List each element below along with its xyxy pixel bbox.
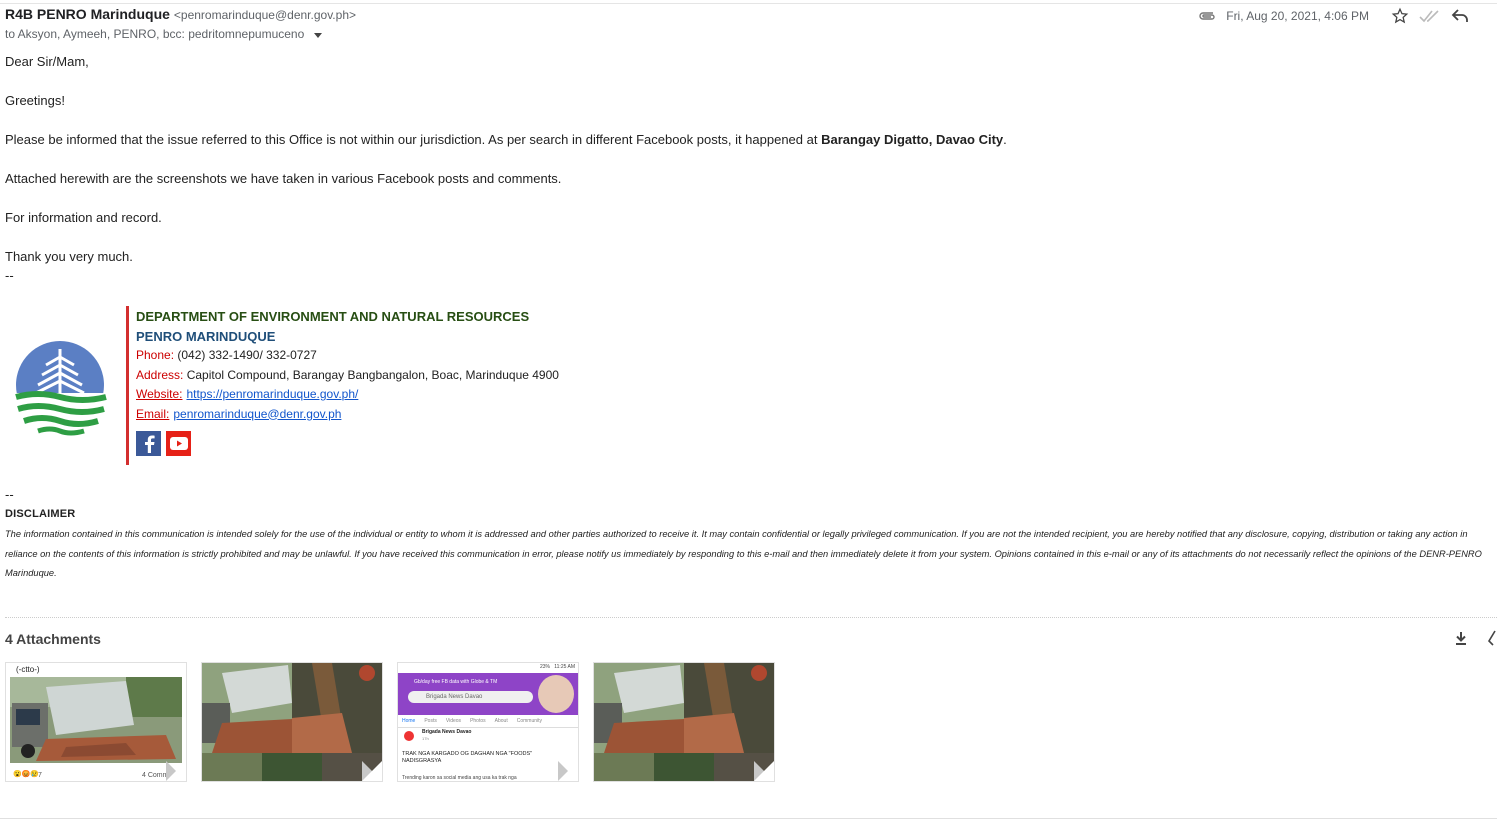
- message-date: Fri, Aug 20, 2021, 4:06 PM: [1226, 9, 1369, 23]
- paragraph-thanks: Thank you very much.: [5, 249, 133, 264]
- collage-photo: [202, 663, 382, 781]
- attachment-thumbnail[interactable]: [201, 662, 383, 782]
- paragraph-info: For information and record.: [5, 210, 162, 225]
- post-time: 17h: [422, 736, 429, 741]
- attachments-divider: [5, 617, 1497, 618]
- attachment-thumbnail[interactable]: (-ctto-) 7 😮😡😢 4 Comm: [5, 662, 187, 782]
- star-icon[interactable]: [1391, 7, 1409, 25]
- salutation: Dear Sir/Mam,: [5, 54, 89, 69]
- page-avatar: [404, 731, 414, 741]
- paragraph-attached: Attached herewith are the screenshots we…: [5, 171, 562, 186]
- message-meta: Fri, Aug 20, 2021, 4:06 PM: [1198, 7, 1469, 25]
- signature-website[interactable]: Website: https://penromarinduque.gov.ph/: [136, 385, 559, 405]
- sender-name[interactable]: R4B PENRO Marinduque: [5, 6, 170, 22]
- paperclip-icon: [1198, 10, 1216, 22]
- attachment-thumbnail[interactable]: 23% 11:25 AM Gb/day free FB data with Gl…: [397, 662, 579, 782]
- fb-cover: Gb/day free FB data with Globe & TM Brig…: [398, 673, 578, 715]
- chevron-down-icon[interactable]: [314, 32, 323, 38]
- signature-dash: --: [5, 268, 14, 283]
- top-divider: [0, 3, 1497, 4]
- youtube-icon[interactable]: [166, 431, 191, 456]
- thumb-comments: 4 Comm: [142, 772, 169, 779]
- truck-crash-photo: [10, 677, 182, 779]
- social-links: [136, 431, 191, 456]
- recipients-text: to Aksyon, Aymeeh, PENRO, bcc: pedritomn…: [5, 27, 305, 41]
- avatar: [538, 675, 574, 713]
- phone-status-bar: 23% 11:25 AM: [398, 663, 578, 673]
- signature-phone: Phone: (042) 332-1490/ 332-0727: [136, 348, 317, 362]
- facebook-icon[interactable]: [136, 431, 161, 456]
- attachment-thumbnail[interactable]: [593, 662, 775, 782]
- denr-logo: [8, 335, 112, 439]
- bottom-divider: [0, 818, 1497, 819]
- paragraph-jurisdiction: Please be informed that the issue referr…: [5, 132, 1007, 147]
- reply-icon[interactable]: [1451, 8, 1469, 24]
- disclaimer-dash: --: [5, 487, 14, 502]
- signature-text: DEPARTMENT OF ENVIRONMENT AND NATURAL RE…: [136, 307, 559, 424]
- website-link[interactable]: https://penromarinduque.gov.ph/: [186, 387, 358, 401]
- download-icon[interactable]: [1453, 630, 1469, 651]
- collage-photo: [594, 663, 774, 781]
- reaction-icons: 😮😡😢: [13, 771, 40, 778]
- location-bold: Barangay Digatto, Davao City: [821, 132, 1004, 147]
- sender-email: <penromarinduque@denr.gov.ph>: [173, 8, 356, 22]
- fb-search-bar: Brigada News Davao: [408, 691, 533, 703]
- signature-office: PENRO MARINDUQUE: [136, 328, 276, 344]
- attachments-actions: [1453, 629, 1497, 652]
- double-check-icon[interactable]: [1419, 9, 1441, 23]
- greeting: Greetings!: [5, 93, 65, 108]
- post-author: Brigada News Davao: [422, 729, 472, 735]
- disclaimer-text: The information contained in this commun…: [5, 529, 1482, 578]
- recipients: to Aksyon, Aymeeh, PENRO, bcc: pedritomn…: [5, 27, 323, 41]
- signature-accent-bar: [126, 306, 129, 465]
- fb-tabs: Home Posts Videos Photos About Community: [398, 715, 578, 728]
- post-more: Trending karon sa social media ang usa k…: [402, 775, 517, 781]
- signature-address: Address: Capitol Compound, Barangay Bang…: [136, 367, 559, 382]
- post-text: TRAK NGA KARGADO OG DAGHAN NGA "FOODS" N…: [402, 751, 533, 764]
- signature-email[interactable]: Email: penromarinduque@denr.gov.ph: [136, 405, 559, 425]
- disclaimer-title: DISCLAIMER: [5, 508, 76, 520]
- email-link[interactable]: penromarinduque@denr.gov.ph: [173, 407, 341, 421]
- attachments-title: 4 Attachments: [5, 631, 101, 647]
- signature-dept: DEPARTMENT OF ENVIRONMENT AND NATURAL RE…: [136, 309, 530, 324]
- message-body: Dear Sir/Mam, Greetings! Please be infor…: [5, 53, 1485, 284]
- add-to-drive-icon[interactable]: [1487, 629, 1497, 652]
- sender-line: R4B PENRO Marinduque <penromarinduque@den…: [5, 6, 356, 22]
